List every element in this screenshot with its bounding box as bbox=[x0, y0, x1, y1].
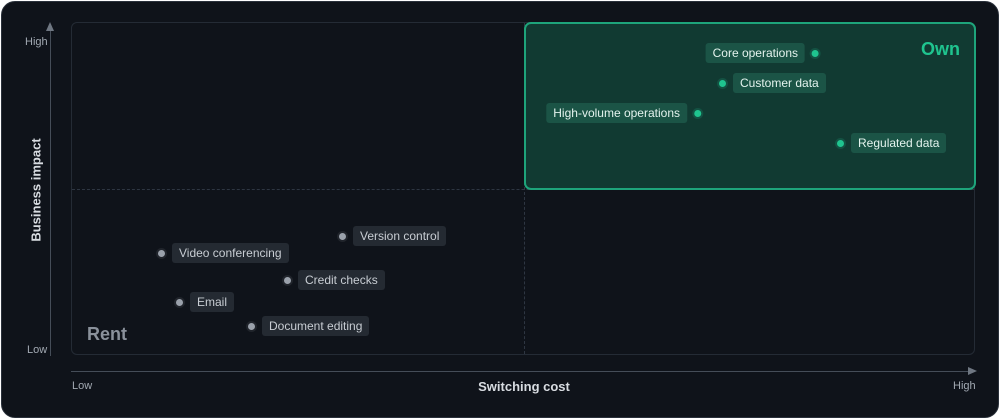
point-high-volume-operations: High-volume operations bbox=[546, 103, 701, 123]
x-axis-high-label: High bbox=[953, 380, 976, 392]
y-axis-title: Business impact bbox=[28, 138, 44, 242]
point-label: Document editing bbox=[262, 316, 370, 336]
y-axis-high-label: High bbox=[25, 36, 48, 48]
point-credit-checks: Credit checks bbox=[284, 270, 385, 290]
point-dot bbox=[694, 109, 701, 117]
point-label: Version control bbox=[353, 226, 447, 246]
x-axis-title: Switching cost bbox=[478, 379, 570, 394]
point-dot bbox=[719, 79, 726, 87]
point-document-editing: Document editing bbox=[248, 316, 370, 336]
point-label: Regulated data bbox=[851, 133, 947, 153]
point-label: Credit checks bbox=[298, 270, 385, 290]
point-dot bbox=[284, 276, 291, 284]
rent-quadrant-label: Rent bbox=[87, 324, 127, 344]
point-dot bbox=[812, 49, 819, 57]
point-dot bbox=[176, 298, 183, 306]
x-axis-arrow-icon bbox=[968, 367, 977, 375]
point-customer-data: Customer data bbox=[719, 73, 826, 93]
point-label: Video conferencing bbox=[172, 243, 289, 263]
y-axis-line bbox=[50, 30, 51, 356]
point-label: Customer data bbox=[733, 73, 826, 93]
x-axis-line bbox=[71, 371, 969, 372]
point-label: Core operations bbox=[705, 43, 805, 63]
point-dot bbox=[339, 232, 346, 240]
point-email: Email bbox=[176, 292, 235, 312]
y-axis-low-label: Low bbox=[27, 344, 48, 356]
x-axis-low-label: Low bbox=[72, 380, 93, 392]
point-core-operations: Core operations bbox=[705, 43, 819, 63]
point-version-control: Version control bbox=[339, 226, 447, 246]
point-label: Email bbox=[190, 292, 235, 312]
own-quadrant-label: Own bbox=[921, 39, 960, 59]
point-video-conferencing: Video conferencing bbox=[158, 243, 289, 263]
y-axis-arrow-icon bbox=[46, 22, 54, 31]
point-regulated-data: Regulated data bbox=[837, 133, 947, 153]
point-dot bbox=[248, 322, 255, 330]
point-dot bbox=[837, 139, 844, 147]
point-label: High-volume operations bbox=[546, 103, 687, 123]
point-dot bbox=[158, 249, 165, 257]
